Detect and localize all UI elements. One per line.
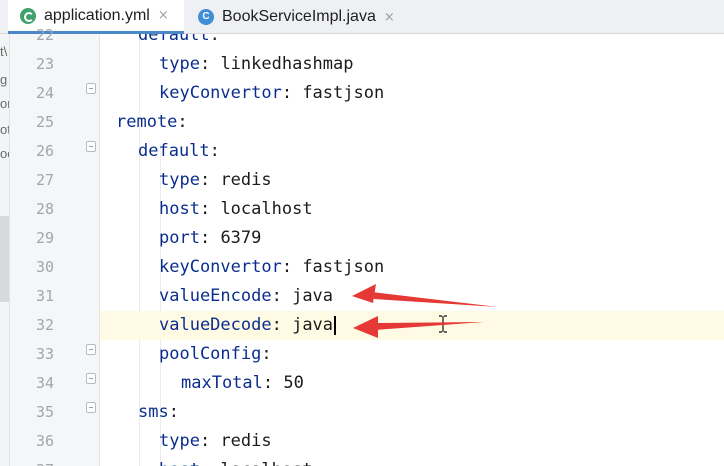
line-number: 24 xyxy=(35,84,54,102)
code-line: default: xyxy=(138,141,220,161)
code-line: default: xyxy=(138,34,220,50)
yaml-value: fastjson xyxy=(302,83,385,103)
yaml-value: redis xyxy=(220,431,272,451)
code-line: remote: xyxy=(116,112,188,132)
code-line: poolConfig: xyxy=(159,344,272,364)
yaml-value: java xyxy=(292,286,334,306)
yaml-value: redis xyxy=(220,170,272,190)
ibeam-cursor-icon xyxy=(439,315,447,333)
close-icon[interactable]: × xyxy=(158,8,169,23)
yaml-key: port xyxy=(159,228,200,248)
code-editor[interactable]: default: type: linkedhashmap keyConverto… xyxy=(100,34,724,466)
code-line: keyConvertor: fastjson xyxy=(159,83,385,103)
yaml-key: sms xyxy=(138,402,169,422)
yaml-key: keyConvertor xyxy=(159,257,282,277)
code-line: port: 6379 xyxy=(159,228,262,248)
panel-text-fragment: g xyxy=(0,72,8,87)
yaml-value: 6379 xyxy=(220,228,262,248)
panel-scroll-block xyxy=(0,216,9,302)
yaml-value: 50 xyxy=(283,373,304,393)
line-number: 29 xyxy=(35,229,54,247)
yaml-key: valueEncode xyxy=(159,286,272,306)
line-number: 23 xyxy=(35,55,54,73)
text-caret xyxy=(334,315,337,335)
line-number: 30 xyxy=(35,258,54,276)
close-icon[interactable]: × xyxy=(384,10,395,25)
code-line: keyConvertor: fastjson xyxy=(159,257,385,277)
line-number: 33 xyxy=(35,345,54,363)
line-number: 32 xyxy=(35,316,54,334)
project-panel-edge: t\ g or ot oc xyxy=(0,34,10,466)
code-line: host: localhost xyxy=(159,199,313,219)
panel-text-fragment: ot xyxy=(0,122,10,137)
yaml-key: host xyxy=(159,199,200,219)
panel-text-fragment: or xyxy=(0,96,9,111)
line-number: 37 xyxy=(10,456,54,466)
tab-label: application.yml xyxy=(44,6,150,24)
code-line: type: redis xyxy=(159,431,272,451)
yaml-key: poolConfig xyxy=(159,344,262,364)
yaml-key: type xyxy=(159,431,200,451)
yaml-key: type xyxy=(159,54,200,74)
line-number: 34 xyxy=(35,374,54,392)
yaml-key: host xyxy=(159,460,200,466)
line-number: 31 xyxy=(35,287,54,305)
panel-text-fragment: oc xyxy=(0,146,9,161)
panel-text-fragment: t\ xyxy=(0,44,8,59)
code-line: valueEncode: java xyxy=(159,286,334,306)
yaml-key: default xyxy=(138,141,210,161)
line-number: 27 xyxy=(35,171,54,189)
yaml-key: keyConvertor xyxy=(159,83,282,103)
fold-marker-icon[interactable] xyxy=(86,141,96,152)
line-number: 22 xyxy=(35,26,54,44)
code-line-current: valueDecode: java xyxy=(159,311,337,340)
line-number: 28 xyxy=(35,200,54,218)
yaml-value: fastjson xyxy=(302,257,385,277)
yaml-value: java xyxy=(292,315,334,335)
yaml-key: default xyxy=(138,34,210,45)
code-line: type: redis xyxy=(159,170,272,190)
code-line: type: linkedhashmap xyxy=(159,54,354,74)
tab-label: BookServiceImpl.java xyxy=(222,8,376,25)
fold-marker-icon[interactable] xyxy=(86,402,96,413)
fold-marker-icon[interactable] xyxy=(86,373,96,384)
line-number: 36 xyxy=(35,432,54,450)
editor-tab-bar: application.yml × C BookServiceImpl.java… xyxy=(0,0,724,34)
yaml-key: valueDecode xyxy=(159,315,272,335)
yaml-key: maxTotal xyxy=(181,373,263,393)
tab-bookserviceimpl-java[interactable]: C BookServiceImpl.java × xyxy=(186,0,396,34)
java-class-icon: C xyxy=(198,9,214,25)
fold-marker-icon[interactable] xyxy=(86,83,96,94)
yaml-value: localhost xyxy=(220,460,312,466)
fold-marker-icon[interactable] xyxy=(86,344,96,355)
yaml-value: linkedhashmap xyxy=(220,54,354,74)
yaml-value: localhost xyxy=(220,199,313,219)
code-line: sms: xyxy=(138,402,179,422)
yaml-key: remote xyxy=(116,112,178,132)
yaml-key: type xyxy=(159,170,200,190)
code-line: host: localhost xyxy=(159,456,313,466)
line-number-gutter: 22 23 24 25 26 27 28 29 30 31 32 33 34 3… xyxy=(10,26,100,466)
line-number: 35 xyxy=(35,403,54,421)
code-line: maxTotal: 50 xyxy=(181,373,304,393)
line-number: 26 xyxy=(35,142,54,160)
line-number: 25 xyxy=(35,113,54,131)
